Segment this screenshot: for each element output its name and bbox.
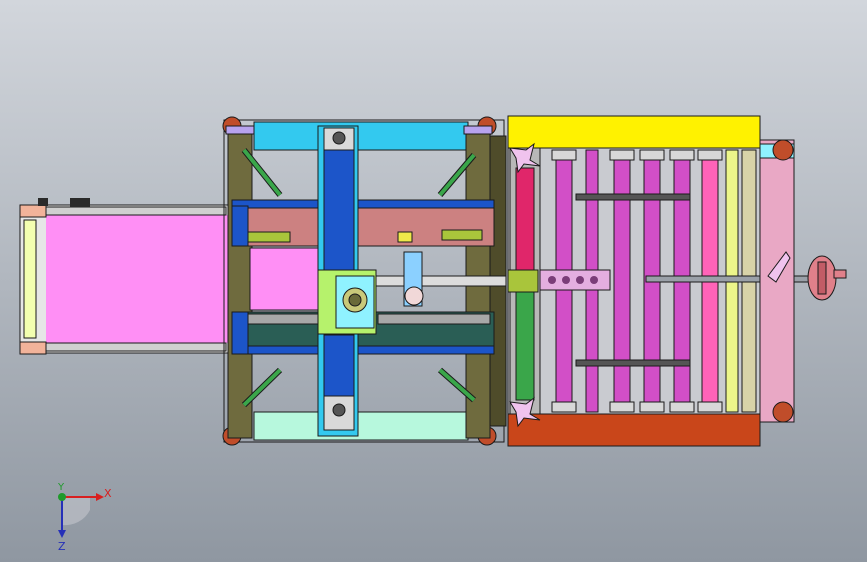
lower-flap-bracket [247,313,329,325]
roller-cap [639,149,665,161]
roller-cap [697,401,723,413]
infeed-conveyor[interactable] [19,198,231,355]
left-column [227,129,253,439]
bottom-cross-bar [253,411,469,441]
feed-roller-bottom [515,289,535,401]
beam-upper-slider [323,149,355,271]
conveyor-sensor [38,198,48,206]
drive-shaft [375,275,507,287]
lower-flap-bracket [377,313,491,325]
x-axis-label: X [104,487,112,500]
chain-link [576,276,584,284]
tie-rod [575,359,691,367]
roller-cap [609,149,635,161]
roller-cap [669,401,695,413]
handwheel-handle[interactable] [833,269,847,279]
chain-link [590,276,598,284]
lower-flap-end [231,311,249,355]
roller-cap [551,149,577,161]
drive-pulley [404,286,424,306]
upper-flap-clamp [397,231,413,243]
roller-cap [639,401,665,413]
y-axis-label: Y [57,482,65,493]
bearing-hole [332,403,346,417]
conveyor-corner-bracket [19,204,47,218]
handwheel-hub [817,261,827,295]
conveyor-belt [46,215,228,343]
upper-flap-end [231,205,249,247]
roller-cap [697,149,723,161]
roller-cap [551,401,577,413]
z-axis-label: Z [58,540,66,553]
chain-link [548,276,556,284]
roller-cap [609,401,635,413]
top-yellow-beam [507,115,761,149]
cad-model-view[interactable]: X Y Z [0,0,867,562]
bottom-beam [507,413,761,447]
conveyor-sensor [70,198,90,207]
cad-viewport[interactable]: X Y Z [0,0,867,562]
motor-shaft [348,293,362,307]
top-cross-bar [253,121,469,151]
center-belt-section [249,247,321,311]
adjuster-screw [645,275,823,283]
caster-wheel [772,401,794,423]
upper-flap-rail [231,199,495,209]
lower-flap-rail [231,345,495,355]
upper-flap-bracket [441,229,483,241]
press-roller [613,149,631,413]
tie-rod [575,193,691,201]
conveyor-side-rail [45,206,227,216]
feed-roller-coupling [507,269,539,293]
conveyor-side-rail [45,342,227,352]
column-cap [463,125,493,135]
y-axis-dot-icon [58,493,66,501]
column-cap [225,125,255,135]
bearing-hole [332,131,346,145]
conveyor-corner-bracket [19,341,47,355]
roller-cap [669,149,695,161]
conveyor-end-roller [23,219,37,339]
caster-wheel [772,139,794,161]
feed-roller-top [515,167,535,279]
upper-flap-bracket [247,231,291,243]
chain-link [562,276,570,284]
